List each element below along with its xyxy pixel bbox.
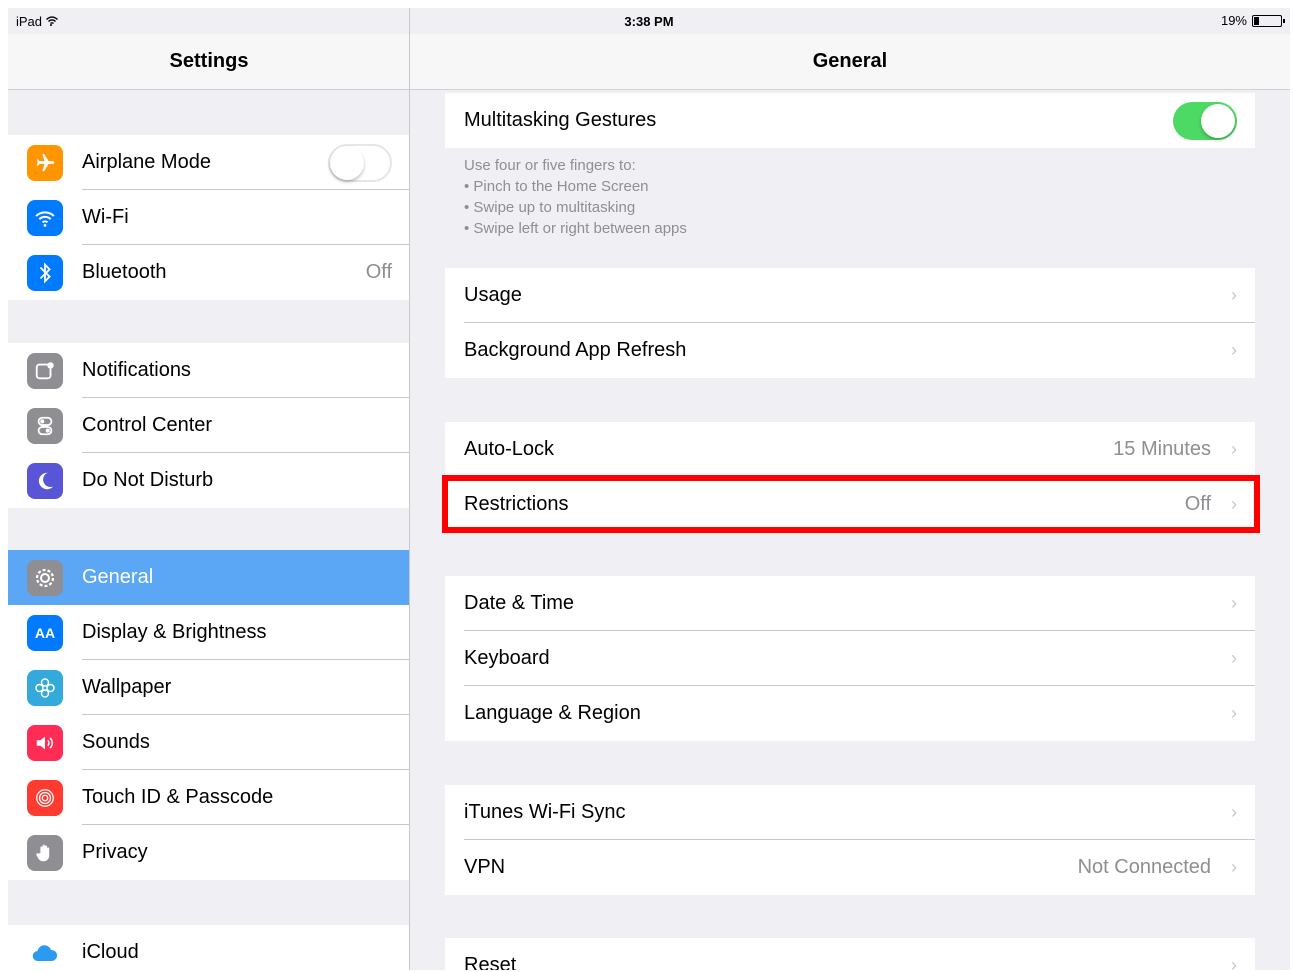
gear-icon	[27, 559, 63, 596]
hand-icon	[27, 834, 63, 871]
chevron-right-icon: ›	[1231, 857, 1237, 877]
moon-icon	[27, 462, 63, 499]
chevron-right-icon: ›	[1231, 593, 1237, 613]
auto-lock-row[interactable]: Auto-Lock 15 Minutes ›	[445, 422, 1255, 477]
sidebar-group-connectivity: Airplane Mode Wi-Fi Bluetooth Off	[8, 135, 410, 300]
chevron-right-icon: ›	[1231, 439, 1237, 459]
chevron-right-icon: ›	[1231, 802, 1237, 822]
sidebar-item-wifi[interactable]: Wi-Fi	[8, 190, 410, 245]
speaker-icon	[27, 724, 63, 761]
multitasking-footnote: Use four or five fingers to: • Pinch to …	[464, 157, 687, 237]
general-detail-pane: General Multitasking Gestures Use four o…	[410, 8, 1290, 970]
sidebar-item-label: Notifications	[82, 359, 191, 381]
sidebar-item-do-not-disturb[interactable]: Do Not Disturb	[8, 453, 410, 508]
multitasking-label: Multitasking Gestures	[464, 109, 657, 131]
sidebar-item-label: Display & Brightness	[82, 621, 267, 643]
multitasking-toggle[interactable]	[1173, 101, 1237, 140]
bluetooth-status: Off	[365, 261, 392, 283]
sidebar-item-airplane-mode[interactable]: Airplane Mode	[8, 135, 410, 190]
chevron-right-icon: ›	[1231, 285, 1237, 305]
itunes-wifi-sync-row[interactable]: iTunes Wi-Fi Sync ›	[445, 785, 1255, 840]
language-region-row[interactable]: Language & Region ›	[445, 686, 1255, 741]
sidebar-item-label: General	[82, 566, 154, 588]
sidebar-item-wallpaper[interactable]: Wallpaper	[8, 660, 410, 715]
sidebar-item-notifications[interactable]: Notifications	[8, 343, 410, 398]
sidebar-navbar: Settings	[8, 34, 410, 90]
chevron-right-icon: ›	[1231, 648, 1237, 668]
wifi-signal-icon	[46, 15, 59, 29]
sidebar-title: Settings	[169, 50, 249, 72]
date-time-row[interactable]: Date & Time ›	[445, 576, 1255, 631]
notifications-icon	[27, 352, 63, 389]
sidebar-item-label: Control Center	[82, 414, 213, 436]
chevron-right-icon: ›	[1231, 955, 1237, 970]
airplane-icon	[27, 144, 63, 181]
sidebar-item-label: Privacy	[82, 841, 148, 863]
multitasking-gestures-row[interactable]: Multitasking Gestures	[445, 93, 1255, 148]
chevron-right-icon: ›	[1231, 494, 1237, 514]
restrictions-value: Off	[1184, 493, 1211, 515]
detail-navbar: General	[410, 34, 1290, 90]
sidebar-item-icloud[interactable]: iCloud	[8, 925, 410, 970]
sidebar-item-label: Wi-Fi	[82, 206, 129, 228]
display-icon: AA	[27, 614, 63, 651]
auto-lock-value: 15 Minutes	[1113, 438, 1211, 460]
cloud-icon	[27, 934, 63, 970]
sidebar-item-control-center[interactable]: Control Center	[8, 398, 410, 453]
lock-group: Auto-Lock 15 Minutes › Restrictions Off …	[445, 422, 1255, 532]
sidebar-item-privacy[interactable]: Privacy	[8, 825, 410, 880]
sidebar-item-sounds[interactable]: Sounds	[8, 715, 410, 770]
sidebar-item-label: Bluetooth	[82, 261, 167, 283]
chevron-right-icon: ›	[1231, 340, 1237, 360]
vpn-status: Not Connected	[1077, 856, 1211, 878]
sidebar-item-label: Touch ID & Passcode	[82, 786, 274, 808]
wifi-icon	[27, 199, 63, 236]
reset-row[interactable]: Reset ›	[445, 938, 1255, 970]
battery-icon	[1252, 14, 1285, 27]
sidebar-group-accounts: iCloud	[8, 925, 410, 970]
restrictions-row[interactable]: Restrictions Off ›	[445, 477, 1255, 532]
fingerprint-icon	[27, 779, 63, 816]
carrier-label: iPad	[16, 14, 59, 29]
sidebar-group-device: General AA Display & Brightness Wallpape…	[8, 550, 410, 880]
status-bar: iPad 3:38 PM 19%	[8, 8, 1290, 34]
sidebar-item-label: iCloud	[82, 941, 139, 963]
wallpaper-icon	[27, 669, 63, 706]
sidebar-item-label: Wallpaper	[82, 676, 172, 698]
status-time: 3:38 PM	[624, 14, 674, 29]
sidebar-item-display-brightness[interactable]: AA Display & Brightness	[8, 605, 410, 660]
reset-group: Reset ›	[445, 938, 1255, 970]
chevron-right-icon: ›	[1231, 703, 1237, 723]
sidebar-item-label: Airplane Mode	[82, 151, 211, 173]
sidebar-item-bluetooth[interactable]: Bluetooth Off	[8, 245, 410, 300]
keyboard-row[interactable]: Keyboard ›	[445, 631, 1255, 686]
sidebar-item-label: Sounds	[82, 731, 150, 753]
usage-row[interactable]: Usage ›	[445, 268, 1255, 323]
network-group: iTunes Wi-Fi Sync › VPN Not Connected ›	[445, 785, 1255, 895]
usage-group: Usage › Background App Refresh ›	[445, 268, 1255, 378]
control-center-icon	[27, 407, 63, 444]
battery-indicator: 19%	[1220, 13, 1285, 28]
sidebar-group-system: Notifications Control Center Do Not Dist…	[8, 343, 410, 508]
bluetooth-icon	[27, 254, 63, 291]
battery-percent: 19%	[1220, 13, 1247, 28]
sidebar-item-general[interactable]: General	[8, 550, 410, 605]
multitasking-group: Multitasking Gestures	[445, 93, 1255, 148]
locale-group: Date & Time › Keyboard › Language & Regi…	[445, 576, 1255, 741]
airplane-mode-toggle[interactable]	[328, 143, 392, 182]
sidebar-item-touch-id[interactable]: Touch ID & Passcode	[8, 770, 410, 825]
sidebar-item-label: Do Not Disturb	[82, 469, 214, 491]
detail-title: General	[812, 50, 888, 72]
vpn-row[interactable]: VPN Not Connected ›	[445, 840, 1255, 895]
settings-sidebar: Settings Airplane Mode Wi-Fi Bluetooth O…	[8, 8, 410, 970]
background-app-refresh-row[interactable]: Background App Refresh ›	[445, 323, 1255, 378]
